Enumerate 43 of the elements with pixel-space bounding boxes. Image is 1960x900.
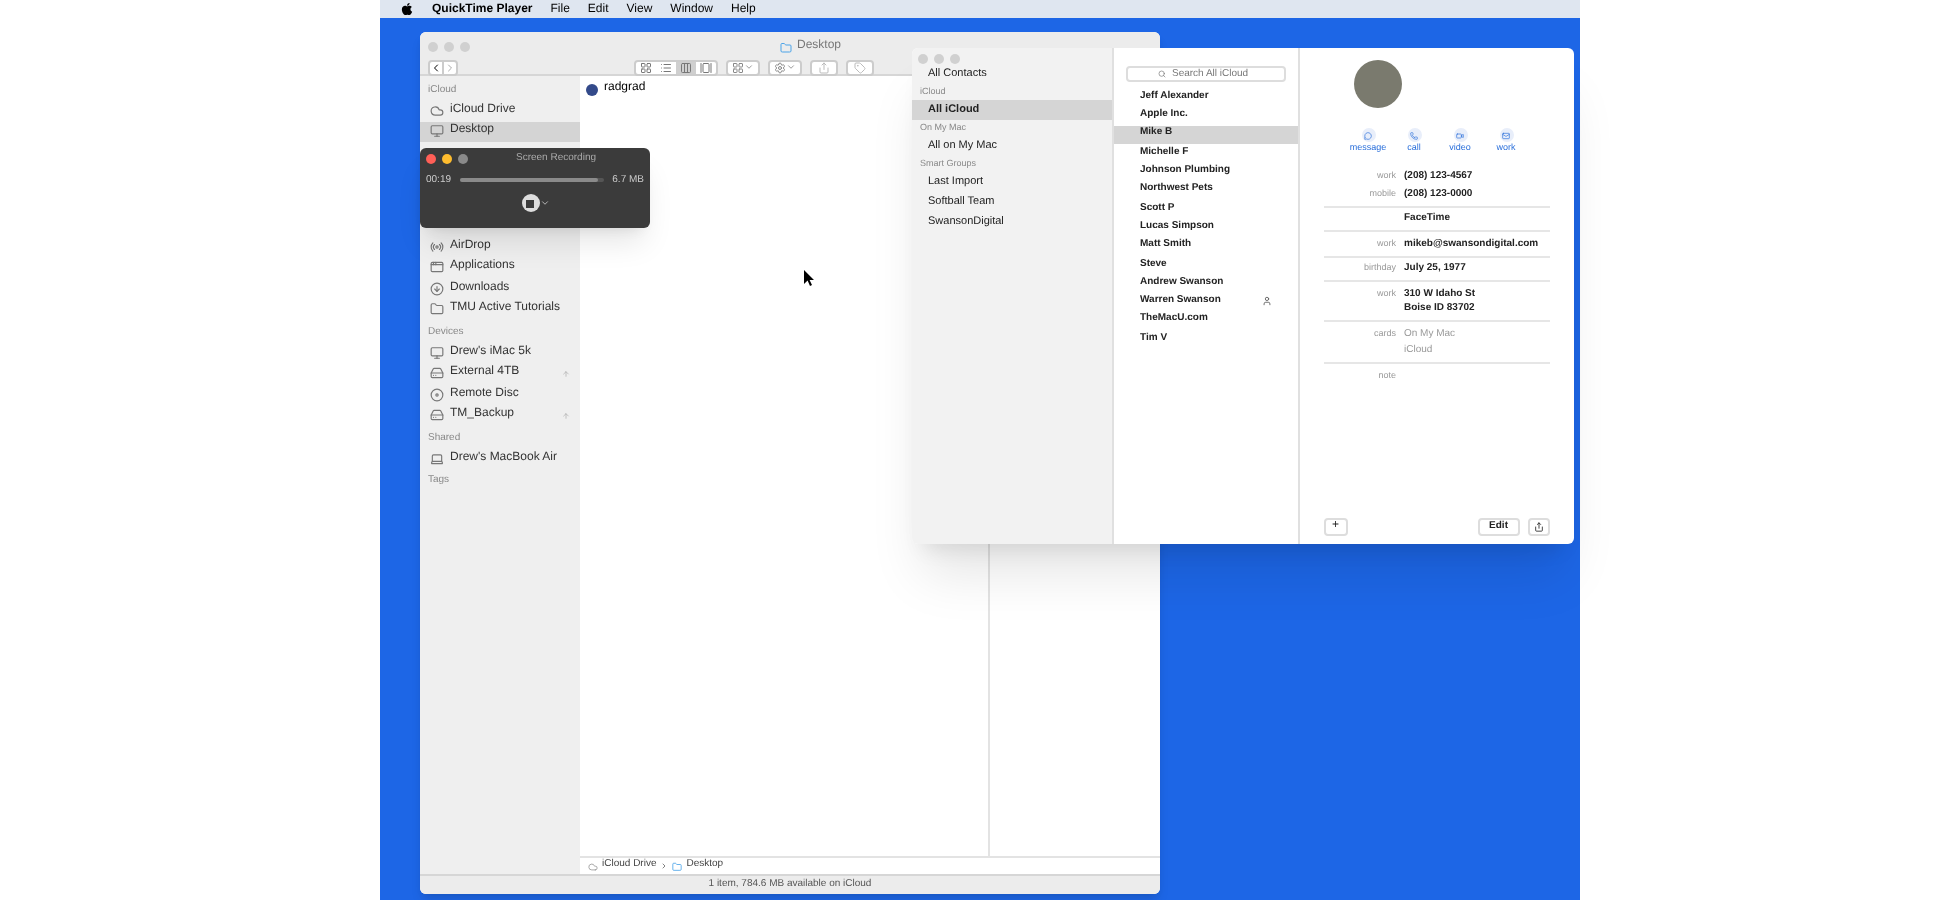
folder-icon [672,861,683,871]
tag-icon [854,62,866,74]
app-window-icon [430,260,444,275]
disc-icon [430,387,444,402]
cloud-icon [588,861,598,871]
caret-icon[interactable] [539,198,549,208]
avatar-placeholder [1354,60,1402,108]
stop-recording-button[interactable] [521,194,539,212]
caret-icon [744,62,754,72]
back-button[interactable] [428,60,444,76]
hard-drive-icon [430,366,444,381]
apple-logo-icon[interactable] [400,2,414,16]
share-button[interactable] [1528,518,1550,536]
view-mode-grid-button[interactable] [636,62,656,74]
file-icon [586,83,598,95]
chevron-right-icon [444,62,456,74]
monitor-icon [430,124,444,139]
folder-icon [430,302,444,317]
cursor-icon [804,270,814,286]
action-button[interactable] [768,60,802,76]
forward-button[interactable] [444,60,458,76]
search-icon [1158,70,1166,78]
share-icon [818,62,830,74]
monitor-icon [430,345,444,360]
laptop-icon [430,451,444,466]
download-icon [430,281,444,296]
video-icon [1456,131,1464,139]
mail-icon [1502,131,1510,139]
view-mode-gallery-button[interactable] [696,62,716,74]
message-icon [1364,131,1372,139]
tag-button[interactable] [846,60,874,76]
folder-icon [780,41,793,53]
chevron-left-icon [430,62,442,74]
radio-waves-icon [430,239,444,254]
gear-icon [774,62,786,74]
hard-drive-icon [430,408,444,423]
arrange-button[interactable] [726,60,760,76]
phone-icon [1410,131,1418,139]
cloud-icon [430,103,444,118]
caret-icon [786,62,796,72]
grid-icon [732,62,744,74]
share-icon [1534,522,1544,532]
view-mode-columns-button[interactable] [676,62,696,74]
